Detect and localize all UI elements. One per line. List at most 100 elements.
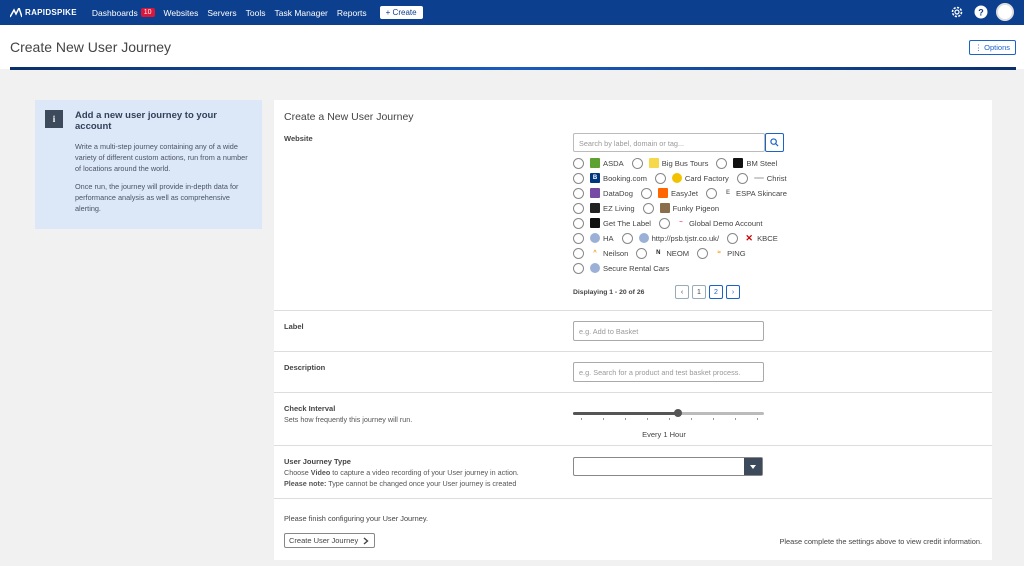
page-2-button[interactable]: 2 bbox=[709, 285, 723, 299]
help-text: Type cannot be changed once your User jo… bbox=[326, 479, 517, 488]
cardfactory-logo-icon bbox=[671, 173, 682, 183]
website-option[interactable]: HA bbox=[573, 232, 614, 244]
nav-servers[interactable]: Servers bbox=[207, 8, 236, 18]
website-option[interactable]: DataDog bbox=[573, 187, 633, 199]
help-emphasis: Please note: bbox=[284, 479, 327, 488]
slider-tick bbox=[713, 418, 714, 420]
page-title: Create New User Journey bbox=[10, 39, 172, 55]
website-option[interactable]: ~ Global Demo Account bbox=[659, 217, 762, 229]
page-header: Create New User Journey ⋮ Options bbox=[0, 25, 1024, 69]
nav-dashboards[interactable]: Dashboards 10 bbox=[92, 8, 155, 18]
website-row: B Booking.com Card Factory Christ bbox=[573, 172, 795, 184]
easyjet-logo-icon bbox=[657, 188, 668, 198]
website-option-label: ESPA Skincare bbox=[736, 188, 787, 198]
website-row: ASDA Big Bus Tours BM Steel bbox=[573, 157, 785, 169]
nav-task-manager[interactable]: Task Manager bbox=[275, 8, 328, 18]
datadog-logo-icon bbox=[590, 188, 600, 198]
description-input[interactable]: e.g. Search for a product and test baske… bbox=[573, 362, 764, 382]
website-option[interactable]: EZ Living bbox=[573, 202, 635, 214]
website-option-label: NEOM bbox=[666, 248, 690, 258]
website-option[interactable]: B Booking.com bbox=[573, 172, 647, 184]
website-option[interactable]: Funky Pigeon bbox=[642, 202, 720, 214]
slider-tick bbox=[625, 418, 626, 420]
gear-icon[interactable] bbox=[948, 3, 966, 21]
website-row: DataDog EasyJet E ESPA Skincare bbox=[573, 187, 795, 199]
website-row: EZ Living Funky Pigeon bbox=[573, 202, 727, 214]
website-option-label: Card Factory bbox=[684, 173, 729, 183]
website-option-label: Get The Label bbox=[603, 218, 651, 228]
brand-logo[interactable]: RAPIDSPIKE bbox=[10, 7, 77, 18]
svg-text:?: ? bbox=[978, 8, 984, 18]
funkypigeon-logo-icon bbox=[659, 203, 670, 213]
ping-logo-icon: ≈ bbox=[714, 248, 725, 258]
website-row: HA http://psb.tjstr.co.uk/ ✕ KBCE bbox=[573, 232, 786, 244]
slider-tick bbox=[757, 418, 758, 420]
search-icon bbox=[770, 138, 779, 147]
website-option[interactable]: Secure Rental Cars bbox=[573, 262, 670, 274]
info-paragraph-1: Write a multi-step journey containing an… bbox=[75, 142, 248, 173]
nav-tools[interactable]: Tools bbox=[246, 8, 266, 18]
website-option[interactable]: ≈ PING bbox=[697, 247, 746, 259]
journey-form: Create a New User Journey Website Search… bbox=[274, 100, 992, 560]
website-option[interactable]: Christ bbox=[736, 172, 787, 184]
website-option[interactable]: Card Factory bbox=[654, 172, 729, 184]
website-option-label: KBCE bbox=[757, 233, 778, 243]
info-title: Add a new user journey to your account bbox=[75, 110, 217, 132]
website-section: Website Search by label, domain or tag..… bbox=[274, 100, 992, 311]
bigbus-logo-icon bbox=[648, 158, 659, 168]
website-option-label: EZ Living bbox=[603, 203, 635, 213]
slider-tick bbox=[691, 418, 692, 420]
website-option-label: Secure Rental Cars bbox=[603, 263, 670, 273]
label-label: Label bbox=[284, 322, 304, 331]
website-option[interactable]: N NEOM bbox=[636, 247, 690, 259]
website-option[interactable]: ^ Neilson bbox=[573, 247, 628, 259]
securerental-globe-icon bbox=[590, 263, 600, 273]
website-search-input[interactable]: Search by label, domain or tag... bbox=[573, 133, 765, 152]
avatar[interactable] bbox=[996, 3, 1014, 21]
website-option[interactable]: Big Bus Tours bbox=[631, 157, 708, 169]
website-option[interactable]: BM Steel bbox=[716, 157, 777, 169]
christ-logo-icon bbox=[753, 177, 764, 179]
interval-label: Check Interval bbox=[284, 404, 336, 413]
slider-tick bbox=[647, 418, 648, 420]
website-option-label: ASDA bbox=[603, 158, 624, 168]
website-row: Get The Label ~ Global Demo Account bbox=[573, 217, 770, 229]
info-paragraph-2: Once run, the journey will provide in-de… bbox=[75, 182, 239, 213]
help-icon[interactable]: ? bbox=[972, 3, 990, 21]
create-journey-label: Create User Journey bbox=[289, 536, 359, 545]
journey-type-help: Choose Video to capture a video recordin… bbox=[284, 467, 519, 489]
nav-dashboards-label: Dashboards bbox=[91, 7, 138, 18]
ha-globe-icon bbox=[590, 233, 600, 243]
website-option[interactable]: ASDA bbox=[573, 157, 624, 169]
search-button[interactable] bbox=[765, 133, 784, 152]
slider-handle[interactable] bbox=[674, 409, 683, 417]
label-input[interactable]: e.g. Add to Basket bbox=[573, 321, 764, 341]
footer-message: Please finish configuring your User Jour… bbox=[284, 514, 429, 523]
page-1-button[interactable]: 1 bbox=[692, 285, 706, 299]
create-button[interactable]: + Create bbox=[379, 6, 423, 19]
journey-type-select[interactable] bbox=[573, 457, 763, 476]
slider-fill bbox=[573, 412, 679, 415]
pagination: ‹ 1 2 › bbox=[675, 285, 743, 299]
next-page-button[interactable]: › bbox=[726, 285, 740, 299]
website-option[interactable]: ✕ KBCE bbox=[727, 232, 778, 244]
website-option-label: Funky Pigeon bbox=[672, 203, 720, 213]
website-option[interactable]: Get The Label bbox=[573, 217, 651, 229]
help-text: Choose bbox=[284, 468, 311, 477]
website-option[interactable]: http://psb.tjstr.co.uk/ bbox=[621, 232, 720, 244]
neilson-logo-icon: ^ bbox=[590, 248, 600, 258]
nav-websites[interactable]: Websites bbox=[164, 8, 199, 18]
nav-reports[interactable]: Reports bbox=[337, 8, 367, 18]
website-option-label: EasyJet bbox=[670, 188, 698, 198]
website-option[interactable]: EasyJet bbox=[640, 187, 698, 199]
rapidspike-logo-icon bbox=[10, 7, 22, 17]
globaldemo-logo-icon: ~ bbox=[676, 218, 686, 228]
website-option-label: http://psb.tjstr.co.uk/ bbox=[651, 233, 720, 243]
prev-page-button[interactable]: ‹ bbox=[675, 285, 689, 299]
info-panel: i Add a new user journey to your account… bbox=[35, 100, 262, 229]
slider-tick bbox=[735, 418, 736, 420]
create-journey-button[interactable]: Create User Journey bbox=[284, 533, 376, 548]
website-option[interactable]: E ESPA Skincare bbox=[706, 187, 787, 199]
interval-slider[interactable] bbox=[573, 409, 764, 417]
options-button[interactable]: ⋮ Options bbox=[968, 40, 1016, 55]
